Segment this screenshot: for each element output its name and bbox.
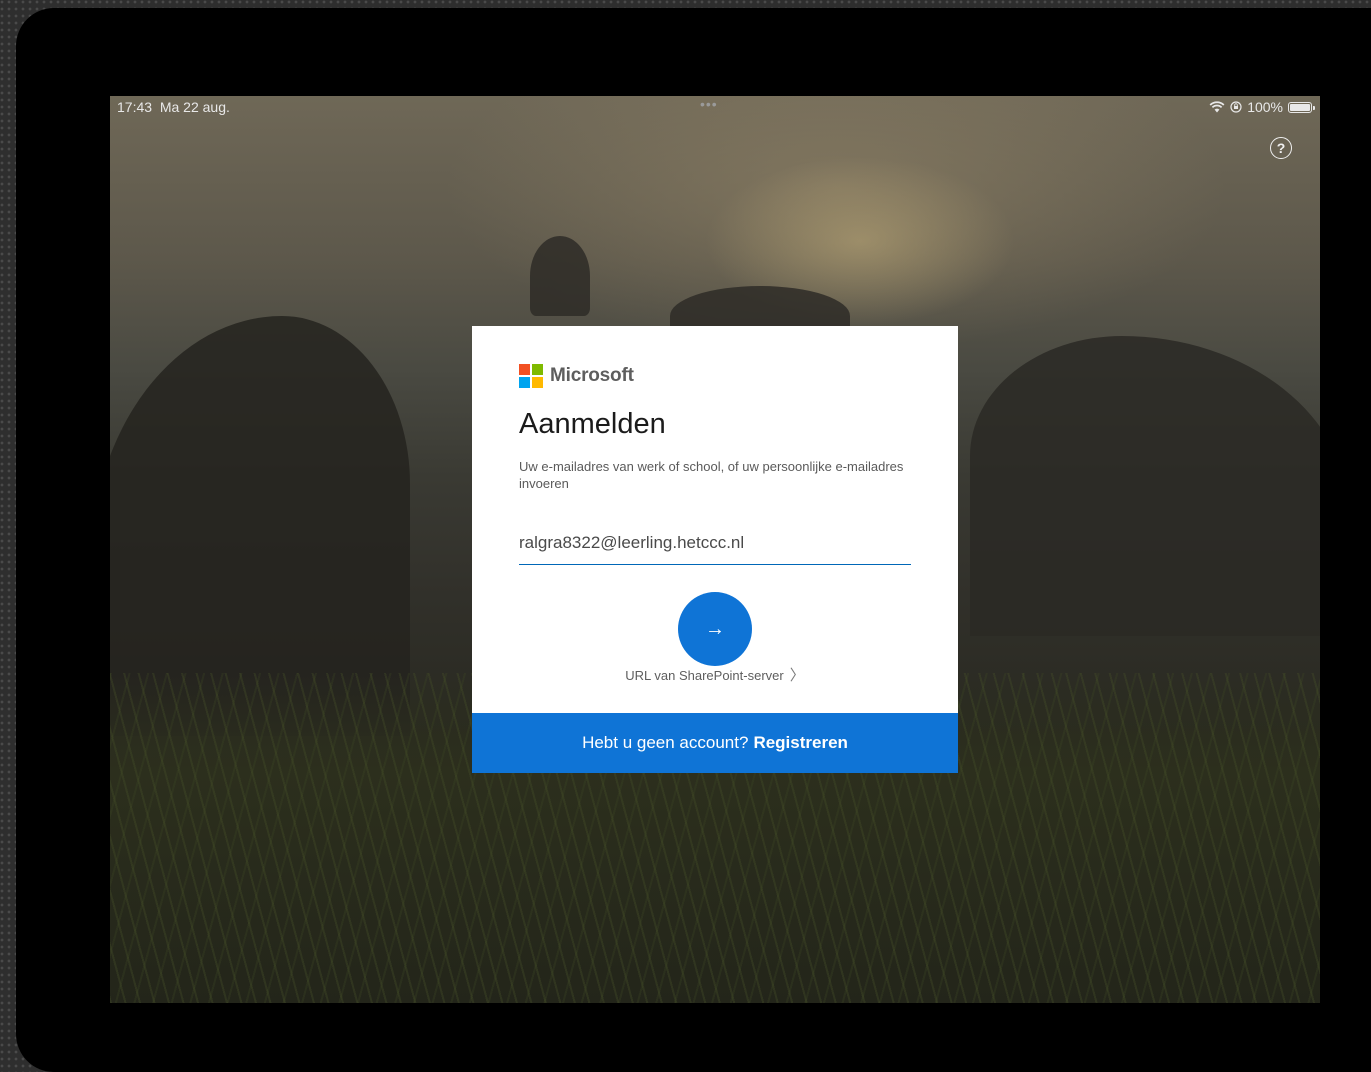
battery-icon bbox=[1288, 101, 1315, 113]
wifi-icon bbox=[1209, 101, 1225, 113]
email-field[interactable]: ralgra8322@leerling.hetccc.nl bbox=[519, 530, 911, 565]
multitasking-dots-icon[interactable]: ••• bbox=[700, 96, 718, 112]
help-button[interactable]: ? bbox=[1270, 137, 1292, 159]
login-card: Microsoft Aanmelden Uw e-mailadres van w… bbox=[472, 326, 958, 773]
logo-square-blue bbox=[519, 377, 530, 388]
desktop-background: 17:43 Ma 22 aug. ••• 100% ? Microsoft Aa… bbox=[0, 0, 1371, 1072]
status-bar: 17:43 Ma 22 aug. ••• 100% bbox=[110, 96, 1320, 120]
logo-square-green bbox=[532, 364, 543, 375]
background-mountain bbox=[530, 236, 590, 316]
logo-square-red bbox=[519, 364, 530, 375]
login-instructions: Uw e-mailadres van werk of school, of uw… bbox=[519, 459, 904, 491]
ipad-screen: 17:43 Ma 22 aug. ••• 100% ? Microsoft Aa… bbox=[110, 96, 1320, 1003]
no-account-text: Hebt u geen account? bbox=[582, 733, 749, 752]
sharepoint-url-link[interactable]: URL van SharePoint-server 〉 bbox=[472, 664, 958, 685]
page-title: Aanmelden bbox=[519, 408, 666, 440]
brand-name: Microsoft bbox=[550, 365, 634, 386]
chevron-right-icon: 〉 bbox=[789, 667, 805, 684]
background-mountain bbox=[970, 336, 1320, 636]
status-time-date: 17:43 Ma 22 aug. bbox=[117, 99, 230, 115]
next-button[interactable]: → bbox=[678, 592, 752, 666]
ipad-frame: 17:43 Ma 22 aug. ••• 100% ? Microsoft Aa… bbox=[16, 8, 1371, 1072]
register-link[interactable]: Registreren bbox=[753, 733, 847, 753]
battery-fill bbox=[1290, 103, 1310, 111]
sharepoint-link-label: URL van SharePoint-server bbox=[625, 668, 784, 683]
status-indicators: 100% bbox=[1209, 99, 1315, 115]
logo-square-yellow bbox=[532, 377, 543, 388]
microsoft-squares-icon bbox=[519, 364, 543, 388]
microsoft-logo: Microsoft bbox=[519, 364, 634, 388]
battery-percent: 100% bbox=[1247, 99, 1283, 115]
rotation-lock-icon bbox=[1230, 101, 1242, 113]
register-banner[interactable]: Hebt u geen account? Registreren bbox=[472, 713, 958, 773]
arrow-right-icon: → bbox=[705, 617, 725, 640]
